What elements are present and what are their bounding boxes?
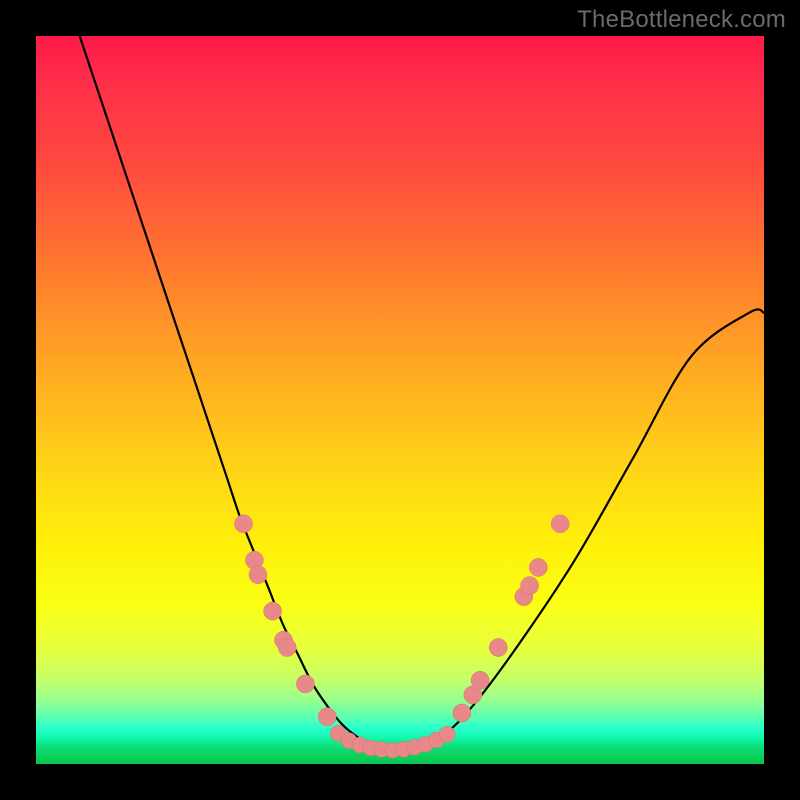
curve-marker	[296, 675, 314, 693]
curve-marker	[529, 558, 547, 576]
curve-marker	[396, 741, 412, 757]
curve-marker	[363, 740, 379, 756]
curve-marker	[521, 577, 539, 595]
curve-marker	[385, 742, 401, 758]
watermark-text: TheBottleneck.com	[577, 6, 786, 34]
chart-frame: TheBottleneck.com	[0, 0, 800, 800]
curve-marker	[352, 737, 368, 753]
curve-marker	[249, 566, 267, 584]
curve-markers	[235, 515, 570, 758]
curve-marker	[330, 725, 346, 741]
curve-marker	[428, 732, 444, 748]
bottleneck-curve	[80, 36, 764, 751]
curve-marker	[264, 602, 282, 620]
curve-marker	[453, 704, 471, 722]
curve-layer	[36, 36, 764, 764]
curve-marker	[341, 733, 357, 749]
curve-marker	[374, 741, 390, 757]
curve-marker	[551, 515, 569, 533]
curve-marker	[407, 739, 423, 755]
curve-marker	[439, 726, 455, 742]
curve-marker	[318, 708, 336, 726]
curve-marker	[471, 671, 489, 689]
curve-marker	[245, 551, 263, 569]
curve-marker	[489, 639, 507, 657]
curve-marker	[418, 736, 434, 752]
curve-marker	[464, 686, 482, 704]
curve-marker	[278, 639, 296, 657]
plot-area	[36, 36, 764, 764]
curve-marker	[515, 588, 533, 606]
curve-marker	[235, 515, 253, 533]
curve-marker	[275, 631, 293, 649]
